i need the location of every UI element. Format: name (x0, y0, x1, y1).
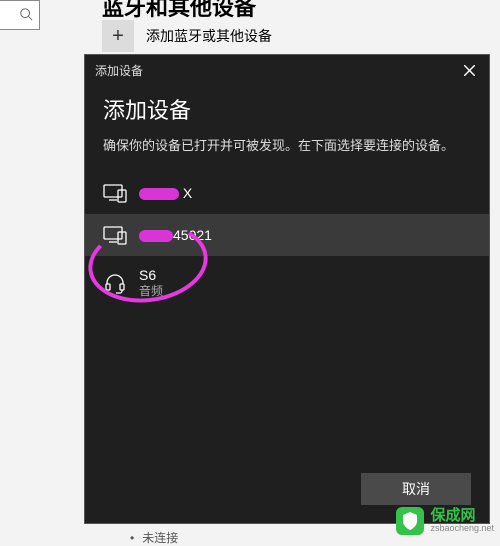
search-input[interactable] (0, 0, 40, 30)
headset-icon (103, 272, 127, 294)
dialog-subtext: 确保你的设备已打开并可被发现。在下面选择要连接的设备。 (103, 135, 471, 154)
cancel-button[interactable]: 取消 (361, 473, 471, 505)
device-name: 45021 (139, 226, 212, 244)
device-name: X (139, 184, 192, 202)
add-device-dialog: 添加设备 添加设备 确保你的设备已打开并可被发现。在下面选择要连接的设备。 X (84, 54, 490, 524)
status-dot-icon: • (130, 531, 134, 545)
device-subtitle: 音频 (139, 284, 163, 300)
dialog-titlebar: 添加设备 (85, 55, 489, 85)
display-icon (103, 224, 127, 246)
watermark: 保成网 zsbaocheng.net (396, 507, 494, 535)
device-name: S6 (139, 266, 163, 284)
device-item-2[interactable]: S6 音频 (85, 256, 489, 310)
close-button[interactable] (455, 56, 483, 84)
plus-icon: + (102, 20, 134, 52)
add-device-row[interactable]: + 添加蓝牙或其他设备 (102, 20, 272, 52)
dialog-titlebar-text: 添加设备 (95, 62, 143, 79)
redacted-text (139, 230, 173, 242)
status-text: 未连接 (142, 529, 178, 546)
redacted-text (139, 188, 179, 200)
shield-icon (396, 507, 424, 535)
display-icon (103, 182, 127, 204)
search-icon (19, 7, 33, 24)
page-title: 蓝牙和其他设备 (102, 0, 256, 22)
device-item-1[interactable]: 45021 (85, 214, 489, 256)
watermark-brand: 保成网 (430, 508, 494, 525)
add-device-label: 添加蓝牙或其他设备 (146, 26, 272, 46)
watermark-url: zsbaocheng.net (430, 524, 494, 534)
device-list: X 45021 S6 (85, 172, 489, 310)
dialog-heading: 添加设备 (103, 93, 471, 125)
device-status: • 未连接 (130, 529, 178, 546)
device-item-0[interactable]: X (85, 172, 489, 214)
